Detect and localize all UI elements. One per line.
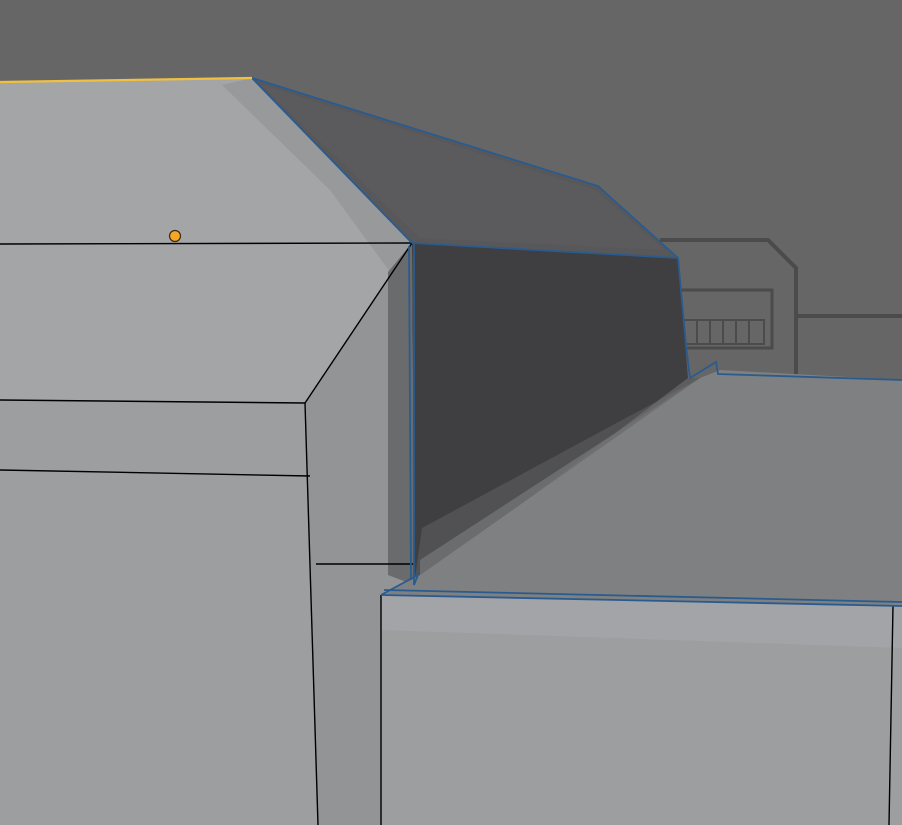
mesh-scene[interactable] xyxy=(0,0,902,825)
object-origin-point[interactable] xyxy=(168,229,182,243)
left-block-front-face[interactable] xyxy=(0,400,318,825)
3d-viewport[interactable] xyxy=(0,0,902,825)
